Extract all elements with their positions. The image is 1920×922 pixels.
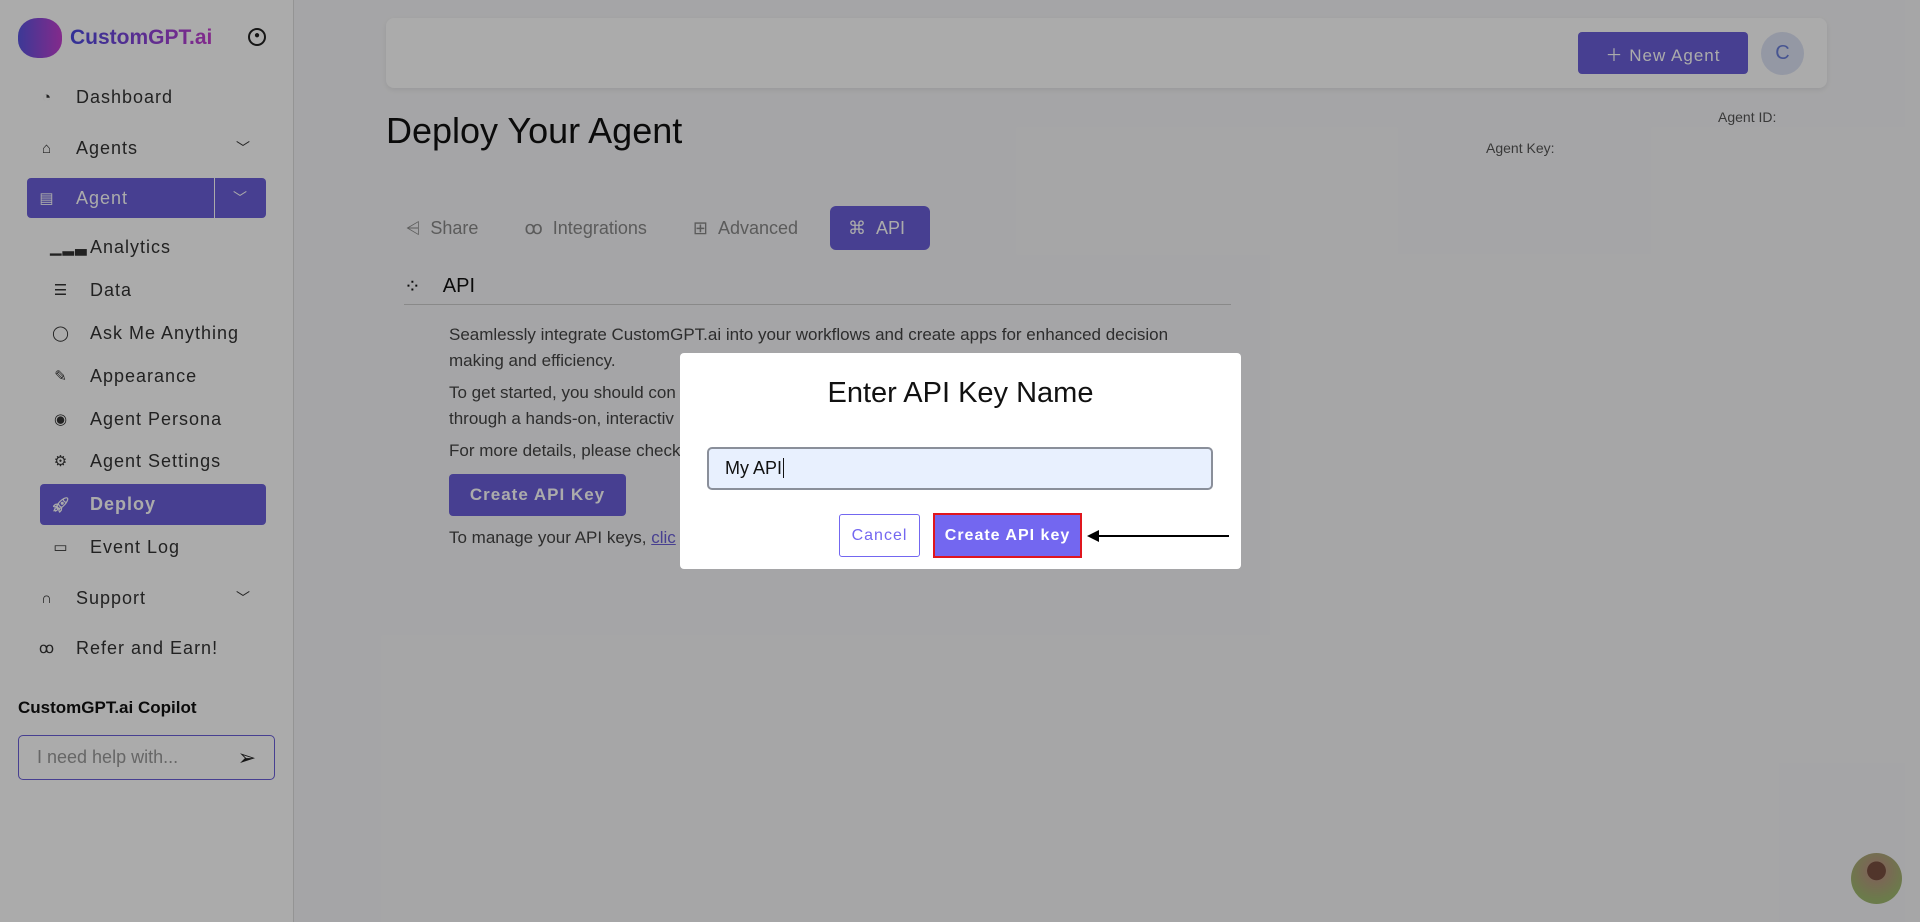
confirm-create-api-key-button[interactable]: Create API key xyxy=(933,513,1082,558)
input-value: My API xyxy=(725,458,783,478)
text-cursor xyxy=(783,458,785,478)
api-key-name-dialog: Enter API Key Name My API Cancel Create … xyxy=(680,353,1241,569)
cancel-button[interactable]: Cancel xyxy=(839,514,920,557)
api-key-name-input[interactable]: My API xyxy=(707,447,1213,490)
dialog-title: Enter API Key Name xyxy=(827,377,1094,409)
annotation-arrow-icon xyxy=(1087,530,1229,542)
